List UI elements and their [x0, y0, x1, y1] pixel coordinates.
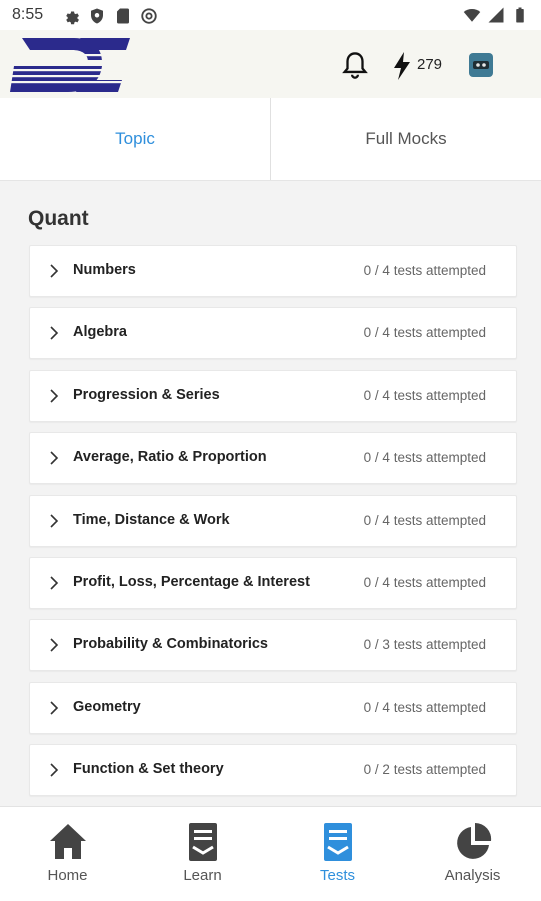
- pie-chart-icon: [457, 822, 492, 859]
- nav-label: Tests: [319, 867, 355, 884]
- tab-bar: Topic Full Mocks: [0, 98, 541, 181]
- chevron-right-icon: [50, 576, 59, 590]
- topic-status: 0 / 4 tests attempted: [363, 263, 486, 278]
- topic-row-progression-series[interactable]: Progression & Series 0 / 4 tests attempt…: [29, 369, 517, 422]
- chevron-right-icon: [50, 451, 59, 465]
- nav-label: Learn: [183, 867, 222, 884]
- chevron-right-icon: [50, 513, 59, 528]
- nav-label: Home: [47, 867, 88, 884]
- topic-name: Profit, Loss, Percentage & Interest: [73, 573, 310, 590]
- topic-row-profit-loss[interactable]: Profit, Loss, Percentage & Interest 0 / …: [29, 556, 517, 609]
- topic-name: Time, Distance & Work: [73, 511, 230, 528]
- topic-status: 0 / 4 tests attempted: [363, 387, 486, 403]
- chevron-right-icon: [50, 389, 59, 403]
- topic-row-average-ratio-proportion[interactable]: Average, Ratio & Proportion 0 / 4 tests …: [29, 432, 517, 485]
- topic-status: 0 / 4 tests attempted: [363, 574, 486, 590]
- status-icons-right: [463, 6, 529, 24]
- battery-icon: [516, 7, 524, 23]
- nav-learn[interactable]: Learn: [135, 807, 270, 901]
- sd-card-icon: [117, 8, 129, 24]
- signal-icon: [488, 7, 504, 23]
- topic-status: 0 / 2 tests attempted: [363, 762, 486, 778]
- learn-icon: [189, 823, 217, 861]
- chevron-right-icon: [50, 326, 59, 340]
- profile-icon[interactable]: [468, 52, 494, 78]
- chevron-right-icon: [50, 264, 59, 278]
- tab-full-mocks[interactable]: Full Mocks: [271, 98, 541, 180]
- status-icons-left: [62, 7, 158, 25]
- chevron-right-icon: [50, 763, 59, 777]
- topic-name: Geometry: [73, 698, 141, 715]
- bottom-nav: Home Learn Tests Analysis: [0, 806, 541, 901]
- at-sign-icon: [141, 8, 157, 24]
- topic-name: Progression & Series: [73, 386, 220, 403]
- nav-analysis[interactable]: Analysis: [405, 807, 540, 901]
- topic-name: Average, Ratio & Proportion: [73, 449, 267, 466]
- topic-status: 0 / 4 tests attempted: [363, 512, 486, 528]
- wifi-icon: [463, 9, 481, 22]
- topic-row-geometry[interactable]: Geometry 0 / 4 tests attempted: [29, 681, 517, 734]
- topic-status: 0 / 4 tests attempted: [363, 450, 486, 466]
- app-header: 279: [0, 30, 541, 98]
- tab-topic[interactable]: Topic: [0, 98, 271, 180]
- nav-home[interactable]: Home: [0, 807, 135, 901]
- home-icon: [50, 824, 86, 859]
- topic-status: 0 / 3 tests attempted: [363, 637, 486, 653]
- topic-name: Function & Set theory: [73, 761, 224, 778]
- topic-row-time-distance-work[interactable]: Time, Distance & Work 0 / 4 tests attemp…: [29, 494, 517, 547]
- dc-logo[interactable]: [10, 36, 130, 94]
- topic-name: Probability & Combinatorics: [73, 636, 268, 653]
- nav-tests[interactable]: Tests: [270, 807, 405, 901]
- bolt-count: 279: [417, 56, 443, 73]
- topic-status: 0 / 4 tests attempted: [363, 699, 486, 715]
- tests-icon: [324, 823, 352, 861]
- nav-label: Analysis: [444, 867, 501, 884]
- shield-icon: [91, 8, 103, 24]
- section-title: Quant: [28, 207, 89, 230]
- topic-row-numbers[interactable]: Numbers 0 / 4 tests attempted: [29, 245, 517, 297]
- topic-list: Numbers 0 / 4 tests attempted Algebra 0 …: [29, 245, 517, 807]
- status-time: 8:55: [12, 6, 44, 23]
- topic-row-function-set-theory[interactable]: Function & Set theory 0 / 2 tests attemp…: [29, 744, 517, 797]
- topic-row-probability-combinatorics[interactable]: Probability & Combinatorics 0 / 3 tests …: [29, 619, 517, 672]
- topic-status: 0 / 4 tests attempted: [363, 325, 486, 341]
- gear-icon: [66, 11, 79, 25]
- topic-name: Algebra: [73, 324, 127, 341]
- status-bar: 8:55: [0, 0, 541, 30]
- topic-name: Numbers: [73, 262, 136, 278]
- chevron-right-icon: [50, 701, 59, 715]
- content-area: Quant Numbers 0 / 4 tests attempted Alge…: [0, 181, 541, 806]
- topic-row-algebra[interactable]: Algebra 0 / 4 tests attempted: [29, 307, 517, 360]
- lightning-icon[interactable]: [391, 52, 413, 80]
- bell-icon[interactable]: [341, 50, 369, 80]
- chevron-right-icon: [50, 638, 59, 652]
